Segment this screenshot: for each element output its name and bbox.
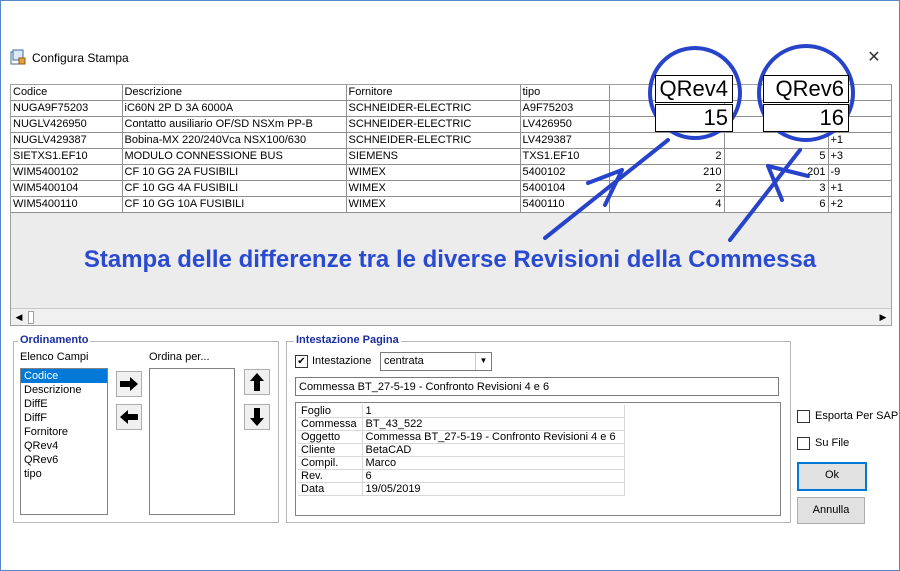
intestazione-checkbox-label: Intestazione [312,355,372,367]
list-item[interactable]: Fornitore [21,425,107,439]
list-item[interactable]: Codice [21,369,107,383]
table-row[interactable]: Commessa BT_43_522 [298,417,625,431]
arrow-down-icon [250,408,264,426]
table-row[interactable]: Foglio 1 [298,405,625,418]
list-item[interactable]: Descrizione [21,383,107,397]
intestazione-label: Intestazione Pagina [294,334,401,346]
ordinamento-label: Ordinamento [18,334,91,346]
list-item[interactable]: DiffE [21,397,107,411]
info-value: Marco [362,456,625,470]
info-value: Commessa BT_27-5-19 - Confronto Revision… [362,430,625,444]
move-up-button[interactable] [244,369,270,395]
header-title-field[interactable]: Commessa BT_27-5-19 - Confronto Revision… [295,377,779,396]
list-item[interactable]: QRev4 [21,439,107,453]
arrow-left-icon [120,410,138,424]
info-value: BT_43_522 [362,417,625,431]
qrev4-zoom-value: 15 [655,104,733,132]
to-file-checkbox[interactable] [797,437,810,450]
add-field-button[interactable] [116,371,142,397]
qrev4-zoom-header: QRev4 [655,75,733,103]
info-key: Oggetto [298,430,363,444]
alignment-value: centrata [384,355,424,367]
header-info-grid[interactable]: Foglio 1 Commessa BT_43_522 Oggetto Commessa … [295,402,781,516]
info-key: Commessa [298,417,363,431]
chevron-down-icon: ▼ [475,353,491,370]
arrow-right-icon [120,377,138,391]
order-list-label: Ordina per... [149,351,210,363]
intestazione-checkbox[interactable]: ✔ [295,355,308,368]
table-row[interactable]: Compil. Marco [298,456,625,470]
arrow-up-icon [250,373,264,391]
table-row[interactable]: Cliente BetaCAD [298,443,625,457]
export-sap-label: Esporta Per SAP [815,410,899,422]
info-key: Data [298,482,363,496]
header-info-table: Foglio 1 Commessa BT_43_522 Oggetto Commessa … [298,405,625,496]
alignment-dropdown[interactable]: centrata ▼ [380,352,492,371]
table-row[interactable]: Oggetto Commessa BT_27-5-19 - Confronto R… [298,430,625,444]
to-file-label: Su File [815,437,850,449]
fields-list-label: Elenco Campi [20,351,89,363]
info-key: Cliente [298,443,363,457]
order-listbox[interactable] [149,368,235,515]
info-value: 6 [362,469,625,483]
export-sap-checkbox[interactable] [797,410,810,423]
list-item[interactable]: QRev6 [21,453,107,467]
info-key: Rev. [298,469,363,483]
qrev6-zoom-value: 16 [763,104,849,132]
fields-listbox[interactable]: Codice Descrizione DiffE DiffF Fornitore QRev… [20,368,108,515]
info-value: 19/05/2019 [362,482,625,496]
remove-field-button[interactable] [116,404,142,430]
info-value: 1 [362,405,625,418]
list-item[interactable]: tipo [21,467,107,481]
table-row[interactable]: Data 19/05/2019 [298,482,625,496]
info-key: Foglio [298,405,363,418]
info-key: Compil. [298,456,363,470]
annotation-caption: Stampa delle differenze tra le diverse R… [83,246,817,273]
info-value: BetaCAD [362,443,625,457]
table-row[interactable]: Rev. 6 [298,469,625,483]
move-down-button[interactable] [244,404,270,430]
ok-button[interactable]: Ok [797,462,867,491]
list-item[interactable]: DiffF [21,411,107,425]
cancel-button[interactable]: Annulla [797,497,865,524]
qrev6-zoom-header: QRev6 [763,75,849,103]
